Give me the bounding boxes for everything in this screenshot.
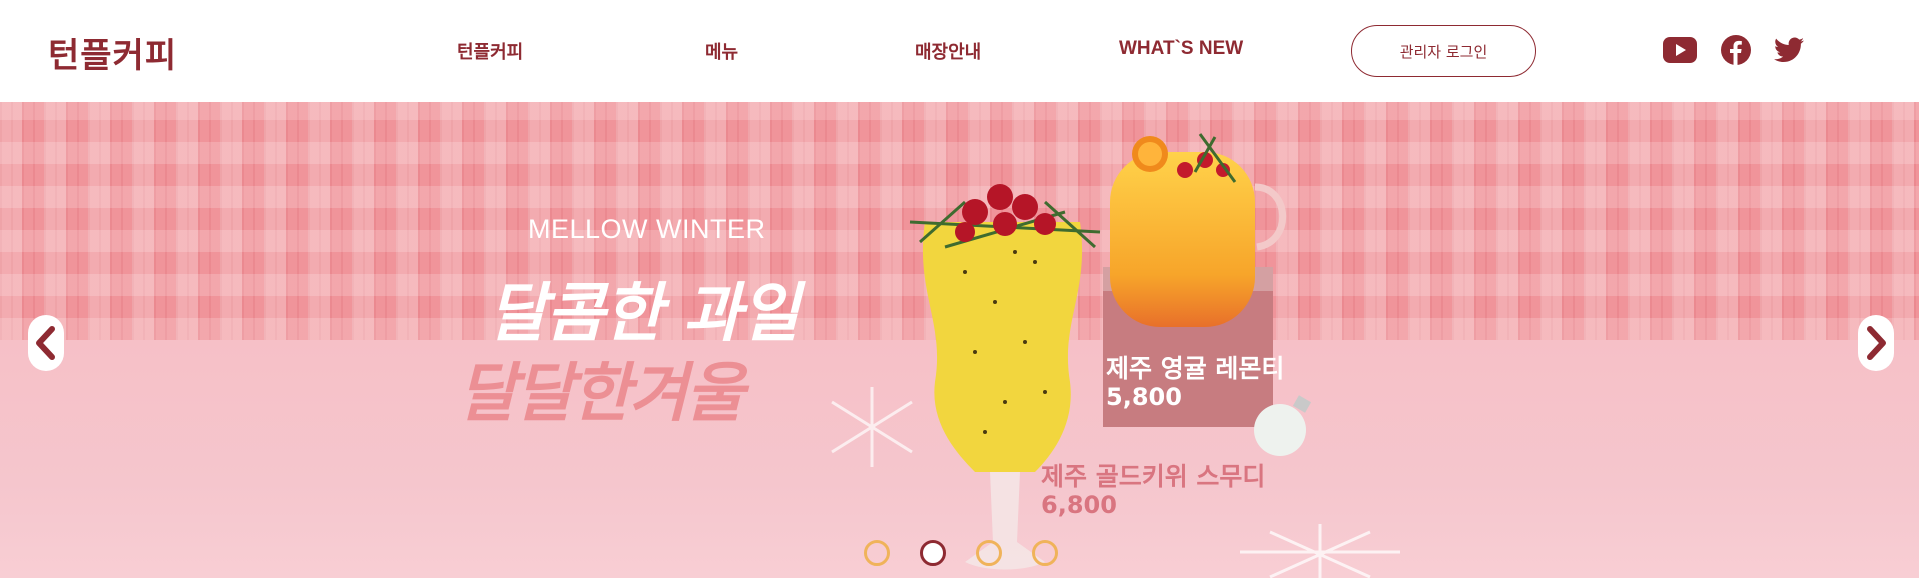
slide-pagination xyxy=(864,540,1064,568)
site-logo[interactable]: 턴플커피 xyxy=(48,28,177,77)
nav-item-whats-new[interactable]: WHAT`S NEW xyxy=(1119,38,1243,60)
prev-slide-button[interactable] xyxy=(28,315,64,371)
nav-item-brand[interactable]: 턴플커피 xyxy=(457,38,523,64)
hero-headline-1: 달콤한 과일 xyxy=(488,277,800,351)
nav-item-menu[interactable]: 메뉴 xyxy=(705,38,738,64)
ornament-ball-decoration xyxy=(1254,395,1312,456)
youtube-icon[interactable] xyxy=(1663,33,1697,67)
product-name-kiwi-smoothie: 제주 골드키위 스무디 xyxy=(1041,462,1266,491)
admin-login-button[interactable]: 관리자 로그인 xyxy=(1351,25,1536,77)
next-slide-button[interactable] xyxy=(1858,315,1894,371)
hero-banner: MELLOW WINTER 달콤한 과일 달달한겨울 제주 영귤 레몬티 5,8… xyxy=(0,102,1919,578)
site-header: 턴플커피 턴플커피 메뉴 매장안내 WHAT`S NEW 관리자 로그인 xyxy=(0,0,1919,102)
chevron-left-icon xyxy=(36,326,55,360)
hero-kicker: MELLOW WINTER xyxy=(528,214,766,244)
lemon-tea-mug-image xyxy=(1110,133,1287,327)
slide-dot-2[interactable] xyxy=(920,540,946,566)
facebook-icon[interactable] xyxy=(1719,33,1753,67)
snowflake-decoration-2 xyxy=(1240,524,1400,578)
slide-dot-3[interactable] xyxy=(976,540,1002,566)
twitter-icon[interactable] xyxy=(1772,33,1806,67)
slide-dot-1[interactable] xyxy=(864,540,890,566)
nav-item-stores[interactable]: 매장안내 xyxy=(915,38,981,64)
slide-dot-4[interactable] xyxy=(1032,540,1058,566)
product-name-lemon-tea: 제주 영귤 레몬티 xyxy=(1106,354,1285,383)
hero-headline-2: 달달한겨울 xyxy=(458,357,744,431)
product-price-kiwi-smoothie: 6,800 xyxy=(1041,491,1117,519)
product-price-lemon-tea: 5,800 xyxy=(1106,383,1182,411)
chevron-right-icon xyxy=(1867,326,1886,360)
